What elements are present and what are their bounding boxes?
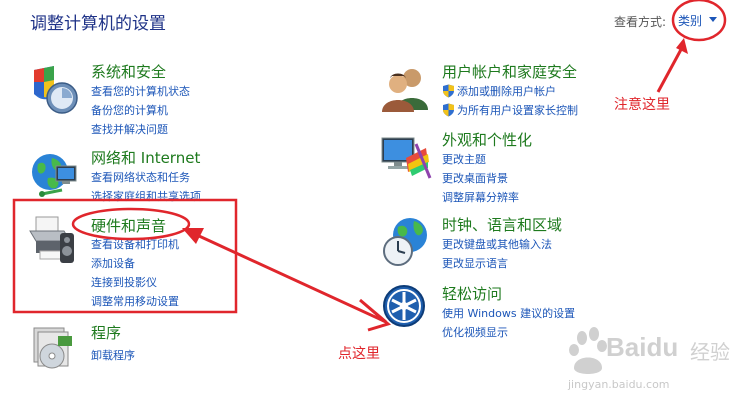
click-here-annotation: 点这里 — [338, 346, 380, 362]
note-here-annotation: 注意这里 — [614, 97, 670, 113]
watermark-url: jingyan.baidu.com — [568, 378, 670, 391]
highlight-box — [12, 198, 238, 314]
arrow-to-hardware-line — [185, 228, 392, 332]
watermark-brand-cn: 经验 — [690, 340, 730, 364]
highlight-ellipse — [71, 207, 191, 241]
arrow-to-view-line — [656, 43, 686, 93]
view-highlight-ellipse — [671, 0, 727, 42]
watermark-brand: Baidu — [606, 332, 679, 362]
arrow-to-view-head-icon — [676, 38, 688, 54]
baidu-watermark: Baidu 经验 jingyan.baidu.com — [560, 318, 740, 398]
